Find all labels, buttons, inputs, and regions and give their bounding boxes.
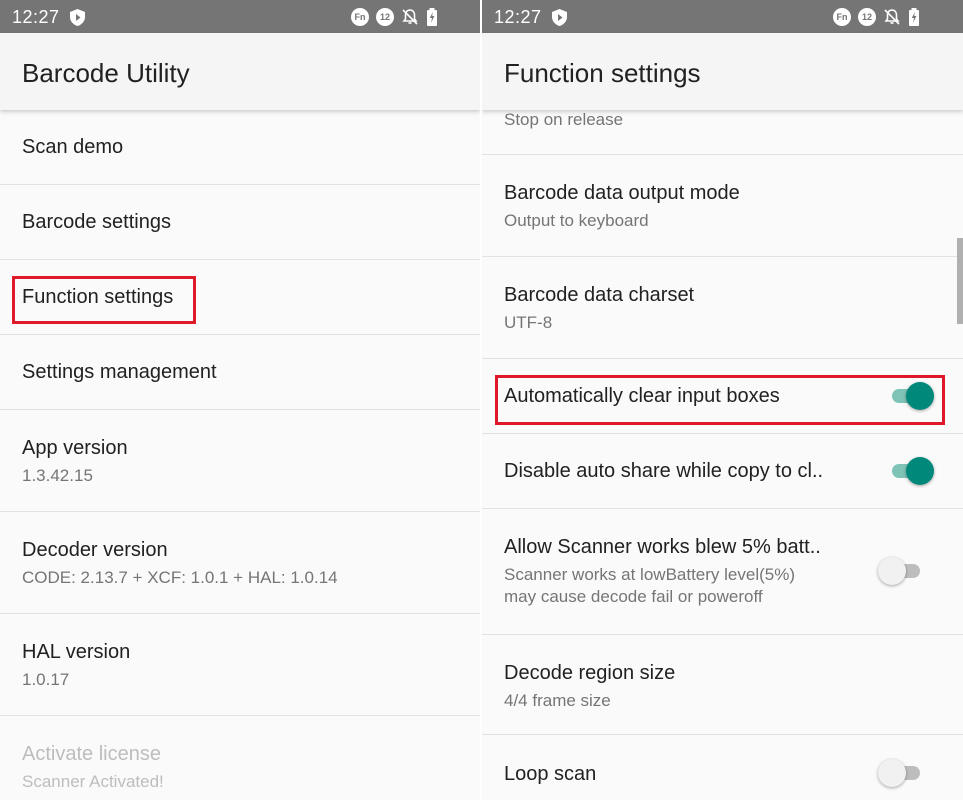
info-item-value: Scanner Activated! (22, 772, 164, 791)
page-title: Function settings (504, 58, 701, 88)
setting-item-charset[interactable]: Barcode data charset UTF-8 (482, 257, 963, 359)
status-icons: Fn 12 (351, 8, 438, 26)
setting-item-label: Barcode data output mode (504, 182, 740, 204)
function-settings-screen: 12:27 Fn 12 Function settings Stop on re… (482, 0, 963, 800)
fn-badge-icon: Fn (351, 8, 369, 26)
setting-item-low-battery-scan[interactable]: Allow Scanner works blew 5% batt.. Scann… (482, 509, 963, 635)
info-item-label: App version (22, 437, 128, 459)
info-item-value: 1.0.17 (22, 670, 70, 689)
setting-item-value: 4/4 frame size (504, 691, 611, 710)
info-item-value: 1.3.42.15 (22, 466, 93, 485)
setting-item-value: Output to keyboard (504, 211, 649, 230)
menu-item-scan-demo[interactable]: Scan demo (0, 110, 480, 185)
info-item-value: CODE: 2.13.7 + XCF: 1.0.1 + HAL: 1.0.14 (22, 568, 338, 587)
setting-item-disable-auto-share[interactable]: Disable auto share while copy to cl.. (482, 434, 963, 509)
battery-charging-icon (426, 8, 438, 26)
setting-item-label: Barcode data charset (504, 284, 695, 306)
disable-auto-share-toggle[interactable] (888, 457, 934, 485)
low-battery-scan-toggle[interactable] (878, 557, 924, 585)
menu-list: Scan demo Barcode settings Function sett… (0, 110, 480, 800)
setting-item-description: Scanner works at lowBattery level(5%) (504, 565, 796, 584)
info-item-label: Activate license (22, 743, 161, 765)
shield-icon (552, 9, 567, 26)
info-item-decoder-version[interactable]: Decoder version CODE: 2.13.7 + XCF: 1.0.… (0, 512, 480, 614)
setting-item-description: may cause decode fail or poweroff (504, 587, 763, 606)
status-icons: Fn 12 (833, 8, 920, 26)
setting-item-output-mode[interactable]: Barcode data output mode Output to keybo… (482, 155, 963, 257)
info-item-label: HAL version (22, 641, 131, 663)
status-bar: 12:27 Fn 12 (0, 0, 480, 33)
highlight-box-function-settings (12, 276, 196, 324)
shield-icon (70, 9, 85, 26)
app-bar: Function settings (482, 33, 963, 110)
fn-badge-icon: Fn (833, 8, 851, 26)
scrollbar[interactable] (957, 238, 963, 324)
notifications-off-icon (401, 8, 419, 26)
number-badge-icon: 12 (858, 8, 876, 26)
setting-item-value: Stop on release (504, 110, 624, 129)
setting-item-value: UTF-8 (504, 313, 553, 332)
menu-item-label: Barcode settings (22, 211, 171, 233)
page-title: Barcode Utility (22, 58, 190, 88)
info-item-activate-license: Activate license Scanner Activated! (0, 716, 480, 800)
menu-item-label: Scan demo (22, 136, 124, 158)
status-time: 12:27 (12, 7, 60, 27)
menu-item-barcode-settings[interactable]: Barcode settings (0, 185, 480, 260)
setting-item-label: Loop scan (504, 763, 597, 785)
info-item-app-version[interactable]: App version 1.3.42.15 (0, 410, 480, 512)
highlight-box-auto-clear (495, 375, 945, 425)
info-item-label: Decoder version (22, 539, 168, 561)
setting-item-label: Decode region size (504, 662, 676, 684)
number-badge-icon: 12 (376, 8, 394, 26)
notifications-off-icon (883, 8, 901, 26)
setting-item-decode-region[interactable]: Decode region size 4/4 frame size (482, 635, 963, 735)
loop-scan-toggle[interactable] (878, 759, 924, 787)
setting-item-label: Allow Scanner works blew 5% batt.. (504, 536, 821, 558)
setting-item-scan-mode[interactable]: Stop on release (482, 110, 963, 155)
menu-item-settings-management[interactable]: Settings management (0, 335, 480, 410)
barcode-utility-screen: 12:27 Fn 12 Barcode Utility Scan demo Ba… (0, 0, 480, 800)
app-bar: Barcode Utility (0, 33, 480, 110)
info-item-hal-version[interactable]: HAL version 1.0.17 (0, 614, 480, 716)
status-time: 12:27 (494, 7, 542, 27)
settings-list: Stop on release Barcode data output mode… (482, 110, 963, 800)
status-bar: 12:27 Fn 12 (482, 0, 963, 33)
setting-item-loop-scan[interactable]: Loop scan (482, 735, 963, 800)
setting-item-label: Disable auto share while copy to cl.. (504, 460, 824, 482)
menu-item-label: Settings management (22, 361, 217, 383)
battery-charging-icon (908, 8, 920, 26)
